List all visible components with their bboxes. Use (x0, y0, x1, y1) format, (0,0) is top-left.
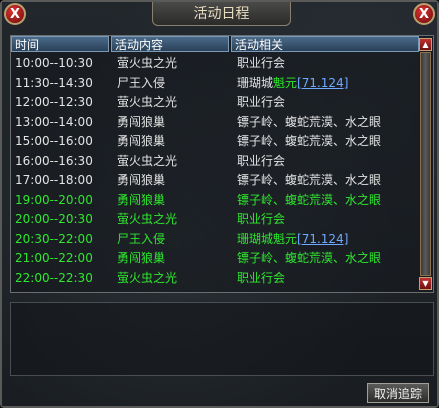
row-related: 珊瑚城魁元[71.124] (237, 230, 348, 250)
row-time: 15:00--16:00 (15, 134, 93, 148)
row-related: 职业行会 (237, 56, 286, 70)
row-related: 职业行会 (237, 95, 286, 109)
table-row[interactable]: 21:00--22:00 勇闯狼巢 镖子岭、蝮蛇荒漠、水之眼 (11, 249, 419, 269)
row-content: 勇闯狼巢 (117, 173, 166, 187)
related-npc-link[interactable]: 魁元 (273, 232, 297, 246)
column-header-content[interactable]: 活动内容 (111, 36, 229, 52)
column-header-related[interactable]: 活动相关 (231, 36, 419, 52)
row-time: 19:00--20:00 (15, 192, 93, 207)
table-row[interactable]: 19:00--20:00 勇闯狼巢 镖子岭、蝮蛇荒漠、水之眼 (11, 191, 419, 211)
table-row[interactable]: 11:30--14:30 尸王入侵 珊瑚城魁元[71.124] (11, 74, 419, 94)
table-row[interactable]: 22:00--22:30 萤火虫之光 职业行会 (11, 269, 419, 289)
table-row[interactable]: 17:00--18:00 勇闯狼巢 镖子岭、蝮蛇荒漠、水之眼 (11, 171, 419, 191)
row-content: 萤火虫之光 (117, 212, 178, 226)
row-time: 21:00--22:00 (15, 251, 93, 265)
row-related: 镖子岭、蝮蛇荒漠、水之眼 (237, 173, 382, 187)
column-header-time[interactable]: 时间 (11, 36, 109, 52)
detail-panel (10, 302, 434, 376)
table-row[interactable]: 20:30--22:00 尸王入侵 珊瑚城魁元[71.124] (11, 230, 419, 250)
related-npc-link[interactable]: 魁元 (273, 76, 297, 90)
row-content: 萤火虫之光 (117, 153, 178, 168)
row-time: 20:30--22:00 (15, 231, 93, 246)
scrollbar[interactable]: ▲ ▼ (419, 38, 432, 290)
window-menu-icon[interactable]: X (4, 3, 26, 25)
row-related: 职业行会 (237, 153, 286, 168)
row-content: 勇闯狼巢 (117, 134, 166, 148)
related-location: 珊瑚城 (237, 231, 274, 246)
table-row[interactable]: 12:00--12:30 萤火虫之光 职业行会 (11, 93, 419, 113)
row-content: 尸王入侵 (117, 75, 166, 90)
scroll-up-button[interactable]: ▲ (419, 38, 432, 51)
row-content: 尸王入侵 (117, 231, 166, 246)
close-button[interactable]: X (413, 3, 435, 25)
list-header: 时间 活动内容 活动相关 (11, 36, 419, 52)
row-related: 职业行会 (237, 270, 286, 285)
row-time: 22:00--22:30 (15, 270, 93, 285)
row-related: 镖子岭、蝮蛇荒漠、水之眼 (237, 134, 382, 148)
table-row[interactable]: 10:00--10:30 萤火虫之光 职业行会 (11, 54, 419, 74)
schedule-rows: 10:00--10:30 萤火虫之光 职业行会 11:30--14:30 尸王入侵 珊瑚城… (11, 54, 419, 288)
row-content: 勇闯狼巢 (117, 114, 166, 129)
row-time: 11:30--14:30 (15, 75, 93, 90)
table-row[interactable]: 16:00--16:30 萤火虫之光 职业行会 (11, 152, 419, 172)
schedule-list: 时间 活动内容 活动相关 10:00--10:30 萤火虫之光 职业行会 11:30-… (10, 35, 434, 293)
table-row[interactable]: 15:00--16:00 勇闯狼巢 镖子岭、蝮蛇荒漠、水之眼 (11, 132, 419, 152)
row-time: 10:00--10:30 (15, 56, 93, 70)
row-time: 17:00--18:00 (15, 173, 93, 187)
row-content: 萤火虫之光 (117, 56, 178, 70)
table-row[interactable]: 13:00--14:00 勇闯狼巢 镖子岭、蝮蛇荒漠、水之眼 (11, 113, 419, 133)
scroll-down-button[interactable]: ▼ (419, 277, 432, 290)
activity-schedule-window: X 活动日程 X 时间 活动内容 活动相关 10:00--10:30 萤火虫之光职… (0, 0, 439, 408)
row-related: 珊瑚城魁元[71.124] (237, 74, 348, 94)
coordinate-link[interactable]: [71.124] (297, 232, 348, 246)
row-time: 12:00--12:30 (15, 95, 93, 109)
row-related: 职业行会 (237, 212, 286, 226)
row-related: 镖子岭、蝮蛇荒漠、水之眼 (237, 114, 382, 129)
row-content: 勇闯狼巢 (117, 192, 166, 207)
row-time: 16:00--16:30 (15, 153, 93, 168)
cancel-tracking-button[interactable]: 取消追踪 (367, 383, 429, 403)
row-content: 萤火虫之光 (117, 95, 178, 109)
row-related: 镖子岭、蝮蛇荒漠、水之眼 (237, 251, 382, 265)
row-content: 勇闯狼巢 (117, 251, 166, 265)
related-location: 珊瑚城 (237, 75, 274, 90)
row-time: 13:00--14:00 (15, 114, 93, 129)
row-related: 镖子岭、蝮蛇荒漠、水之眼 (237, 192, 382, 207)
window-title: 活动日程 (152, 2, 291, 26)
table-row[interactable]: 20:00--20:30 萤火虫之光 职业行会 (11, 210, 419, 230)
scroll-thumb[interactable] (420, 52, 431, 276)
row-time: 20:00--20:30 (15, 212, 93, 226)
row-content: 萤火虫之光 (117, 270, 178, 285)
coordinate-link[interactable]: [71.124] (297, 76, 348, 90)
